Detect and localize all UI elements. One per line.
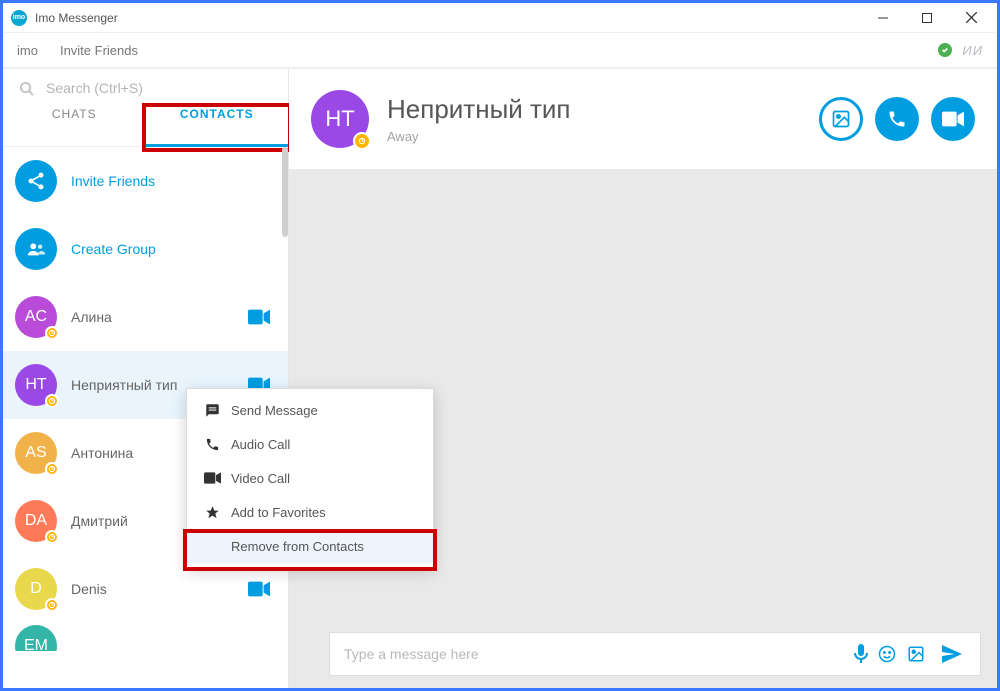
- chat-contact-status: Away: [387, 129, 807, 144]
- away-presence-icon: [45, 394, 59, 408]
- app-window: imo Imo Messenger imo Invite Friends ИИ: [0, 0, 1000, 691]
- sidebar: Search (Ctrl+S) CHATS CONTACTS Invite Fr…: [3, 69, 289, 688]
- tab-chats[interactable]: CHATS: [3, 107, 146, 121]
- close-button[interactable]: [949, 4, 993, 32]
- video-call-button[interactable]: [931, 97, 975, 141]
- contact-name: Алина: [71, 309, 248, 325]
- titlebar: imo Imo Messenger: [3, 3, 997, 33]
- app-icon: imo: [11, 10, 27, 26]
- video-icon: [201, 472, 223, 484]
- ctx-label: Send Message: [231, 403, 318, 418]
- compose-box: [329, 632, 981, 676]
- search-placeholder: Search (Ctrl+S): [46, 80, 143, 96]
- ctx-video-call[interactable]: Video Call: [187, 461, 433, 495]
- away-presence-icon: [45, 462, 59, 476]
- away-presence-icon: [45, 598, 59, 612]
- phone-icon: [201, 437, 223, 452]
- avatar: HT: [15, 364, 57, 406]
- contact-row[interactable]: EM: [3, 623, 288, 651]
- avatar: EM: [15, 625, 57, 651]
- app-menu[interactable]: imo: [17, 43, 38, 58]
- avatar: AS: [15, 432, 57, 474]
- scrollbar-thumb[interactable]: [282, 147, 288, 237]
- video-icon[interactable]: [248, 309, 270, 325]
- context-menu: Send Message Audio Call Video Call Add t…: [186, 388, 434, 568]
- avatar: AC: [15, 296, 57, 338]
- contact-name: Denis: [71, 581, 248, 597]
- emoji-icon[interactable]: [878, 645, 896, 663]
- toolbar: imo Invite Friends ИИ: [3, 33, 997, 69]
- ctx-label: Add to Favorites: [231, 505, 326, 520]
- audio-call-button[interactable]: [875, 97, 919, 141]
- maximize-button[interactable]: [905, 4, 949, 32]
- chat-contact-name: Непритный тип: [387, 94, 807, 125]
- share-icon: [15, 160, 57, 202]
- ctx-audio-call[interactable]: Audio Call: [187, 427, 433, 461]
- search-input[interactable]: Search (Ctrl+S): [3, 69, 288, 107]
- current-user-initials[interactable]: ИИ: [962, 43, 983, 58]
- avatar: D: [15, 568, 57, 610]
- ctx-label: Remove from Contacts: [231, 539, 364, 554]
- star-icon: [201, 505, 223, 520]
- minimize-button[interactable]: [861, 4, 905, 32]
- contact-row[interactable]: AC Алина: [3, 283, 288, 351]
- presence-indicator[interactable]: [938, 43, 952, 57]
- mic-icon[interactable]: [854, 644, 868, 664]
- video-icon[interactable]: [248, 581, 270, 597]
- sidebar-tabs: CHATS CONTACTS: [3, 107, 288, 147]
- message-icon: [201, 403, 223, 418]
- body: Search (Ctrl+S) CHATS CONTACTS Invite Fr…: [3, 69, 997, 688]
- away-presence-icon: [353, 132, 371, 150]
- send-button[interactable]: [938, 642, 966, 666]
- ctx-add-favorites[interactable]: Add to Favorites: [187, 495, 433, 529]
- ctx-remove-contacts[interactable]: Remove from Contacts: [187, 529, 433, 563]
- compose-area: [289, 624, 997, 688]
- window-title: Imo Messenger: [35, 11, 118, 25]
- sidebar-item-label: Invite Friends: [71, 173, 276, 189]
- search-icon: [19, 81, 34, 96]
- sidebar-item-create-group[interactable]: Create Group: [3, 215, 288, 283]
- sidebar-item-label: Create Group: [71, 241, 276, 257]
- image-icon[interactable]: [906, 645, 926, 663]
- away-presence-icon: [45, 326, 59, 340]
- sidebar-item-invite-friends[interactable]: Invite Friends: [3, 147, 288, 215]
- tab-contacts[interactable]: CONTACTS: [146, 107, 289, 121]
- away-presence-icon: [45, 530, 59, 544]
- invite-friends-menu[interactable]: Invite Friends: [60, 43, 138, 58]
- group-icon: [15, 228, 57, 270]
- ctx-label: Audio Call: [231, 437, 290, 452]
- chat-avatar[interactable]: HT: [311, 90, 369, 148]
- avatar: DA: [15, 500, 57, 542]
- ctx-label: Video Call: [231, 471, 290, 486]
- message-input[interactable]: [344, 646, 844, 662]
- ctx-send-message[interactable]: Send Message: [187, 393, 433, 427]
- chat-panel: HT Непритный тип Away: [289, 69, 997, 688]
- chat-header: HT Непритный тип Away: [289, 69, 997, 169]
- gallery-button[interactable]: [819, 97, 863, 141]
